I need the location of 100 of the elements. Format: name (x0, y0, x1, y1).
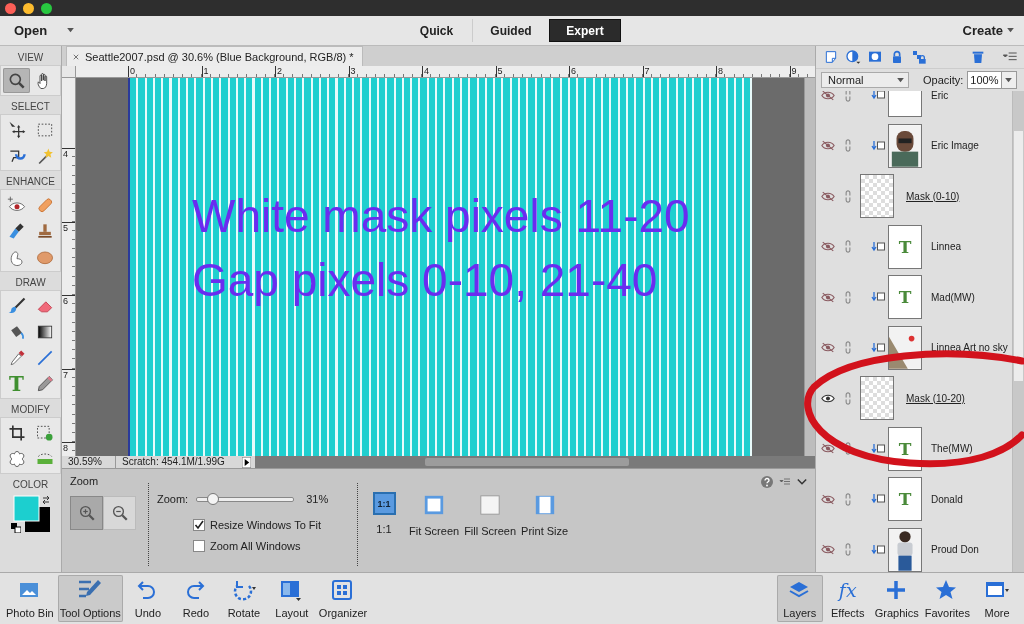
layer-name: Eric Image (931, 140, 979, 152)
link-icon[interactable] (844, 240, 852, 254)
mode-tab[interactable]: Guided (473, 19, 549, 42)
layer-name: Mask (10-20) (906, 392, 965, 404)
layer-row[interactable]: Mask (0-10) (816, 171, 1012, 222)
zoom-slider[interactable] (196, 496, 295, 502)
clip-icon[interactable] (871, 341, 885, 354)
clip-icon[interactable] (871, 291, 885, 304)
hidden-eye-icon[interactable] (821, 190, 835, 202)
panel-scrollbar[interactable] (1012, 91, 1024, 572)
ruler-label: 0 (129, 66, 135, 76)
link-icon[interactable] (844, 442, 852, 456)
clip-icon[interactable] (871, 91, 885, 102)
bottom-bar-button[interactable]: Rotate (220, 575, 267, 622)
layer-row[interactable]: Eric Image (816, 120, 1012, 171)
link-icon[interactable] (844, 492, 852, 506)
view-button[interactable]: 1:1 1:1 (364, 493, 404, 535)
new-layer-icon[interactable] (823, 49, 839, 65)
bottom-bar-button[interactable]: Tool Options (57, 575, 123, 622)
mask-icon[interactable] (867, 49, 883, 65)
help-icon[interactable] (761, 476, 773, 488)
bottom-bar-button[interactable]: Photo Bin (4, 575, 56, 622)
slider-thumb[interactable] (206, 492, 219, 505)
window-control[interactable] (41, 2, 52, 14)
bottom-bar-button[interactable]: Layout (268, 575, 315, 622)
blend-mode-dropdown[interactable]: Normal (821, 72, 909, 88)
open-menu[interactable]: Open (14, 23, 48, 38)
view-button[interactable]: Print Size (521, 493, 569, 537)
ruler-label: 6 (62, 296, 68, 306)
link-icon[interactable] (844, 391, 852, 405)
play-arrow-icon[interactable] (242, 456, 251, 468)
default-colors-icon[interactable] (10, 523, 21, 533)
clip-icon[interactable] (871, 240, 885, 253)
link-icon[interactable] (844, 189, 852, 203)
bottom-bar-button[interactable]: Favorites (922, 575, 972, 622)
bottom-bar-button[interactable]: Undo (124, 575, 171, 622)
hidden-eye-icon[interactable] (821, 544, 835, 556)
menu-icon[interactable] (779, 476, 791, 488)
fit-screen-icon (423, 493, 446, 516)
layer-name: Eric (931, 91, 949, 101)
lock-pixels-icon[interactable] (911, 49, 927, 65)
bottom-bar-button[interactable]: fx Effects (824, 575, 871, 622)
layer-row[interactable]: Proud Don (816, 524, 1012, 572)
close-icon[interactable] (73, 53, 79, 60)
caret-icon (897, 77, 904, 83)
zoom-out-icon (110, 504, 129, 522)
vertical-scrollbar[interactable] (804, 78, 815, 456)
layer-name: The(MW) (931, 443, 973, 455)
hidden-eye-icon[interactable] (821, 493, 835, 505)
mode-tab[interactable]: Quick (401, 19, 473, 42)
layer-row[interactable]: T Mad(MW) (816, 272, 1012, 323)
view-button[interactable]: Fit Screen (409, 493, 460, 537)
collapse-icon[interactable] (797, 478, 807, 486)
hidden-eye-icon[interactable] (821, 342, 835, 354)
document-tab[interactable]: Seattle2007.psd @ 30.6% (Blue Background, RGB/8) * (66, 46, 363, 66)
horizontal-scrollbar[interactable] (255, 456, 815, 468)
clip-icon[interactable] (871, 139, 885, 152)
layer-row[interactable]: Eric (816, 91, 1012, 121)
bottom-bar-button[interactable]: Redo (172, 575, 219, 622)
bottom-bar-button[interactable]: Graphics (872, 575, 921, 622)
actual-size-icon: 1:1 (373, 493, 395, 514)
opacity-field[interactable]: 100% (967, 71, 1017, 89)
hidden-eye-icon[interactable] (821, 241, 835, 253)
link-icon[interactable] (844, 341, 852, 355)
clip-icon[interactable] (871, 493, 885, 506)
layer-row[interactable]: Mask (10-20) (816, 373, 1012, 424)
layer-row[interactable]: T Donald (816, 474, 1012, 525)
link-icon[interactable] (844, 139, 852, 153)
bottom-bar-button[interactable]: More (974, 575, 1020, 622)
layer-row[interactable]: T Linnea (816, 221, 1012, 272)
zoom-in-icon (77, 504, 96, 522)
color-swatches[interactable] (12, 495, 51, 533)
ruler-label: 6 (570, 66, 576, 76)
layer-row[interactable]: T The(MW) (816, 423, 1012, 474)
window-control[interactable] (23, 2, 34, 14)
layer-name: Linnea (931, 241, 962, 253)
bottom-bar-button[interactable]: Organizer (316, 575, 370, 622)
link-icon[interactable] (844, 91, 852, 102)
hidden-eye-icon[interactable] (821, 443, 835, 455)
link-icon[interactable] (844, 290, 852, 304)
create-menu[interactable]: Create (962, 23, 1003, 38)
hidden-eye-icon[interactable] (821, 291, 835, 303)
clip-icon[interactable] (871, 442, 885, 455)
trash-icon[interactable] (970, 49, 986, 65)
hidden-eye-icon[interactable] (821, 140, 835, 152)
checkbox[interactable] (193, 539, 205, 552)
mode-tab[interactable]: Expert (549, 19, 621, 42)
view-button[interactable]: Fill Screen (464, 493, 517, 537)
clip-icon[interactable] (871, 543, 885, 556)
eye-icon[interactable] (821, 392, 835, 404)
swap-icon[interactable] (40, 495, 51, 505)
zoom-in-button[interactable] (70, 496, 103, 530)
half-circle-icon[interactable] (845, 49, 861, 65)
layer-thumbnail: T (888, 275, 922, 320)
link-icon[interactable] (844, 543, 852, 557)
zoom-out-button[interactable] (103, 496, 136, 530)
hidden-eye-icon[interactable] (821, 91, 835, 101)
checkbox[interactable] (193, 518, 205, 531)
bottom-bar-button[interactable]: Layers (776, 575, 823, 622)
window-control[interactable] (5, 2, 16, 14)
